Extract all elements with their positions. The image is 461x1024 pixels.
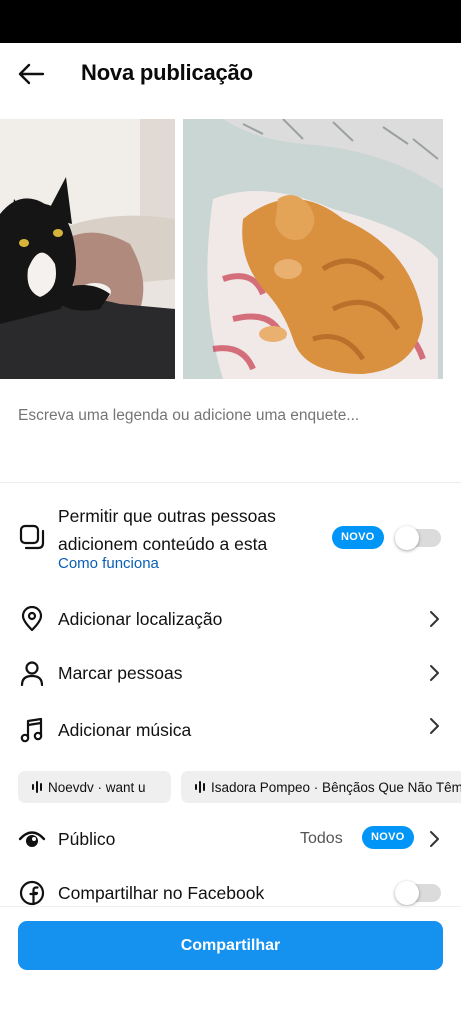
back-button[interactable] (14, 60, 48, 88)
chevron-right-icon[interactable] (425, 610, 443, 628)
divider (0, 482, 461, 483)
eye-icon (18, 825, 46, 853)
chevron-right-icon[interactable] (425, 664, 443, 682)
arrow-left-icon (18, 63, 45, 85)
audio-wave-icon (32, 781, 42, 793)
audience-label[interactable]: Público (58, 829, 115, 850)
chevron-right-icon[interactable] (425, 717, 443, 735)
facebook-toggle[interactable] (395, 881, 441, 905)
collaboration-label: Permitir que outras pessoas adicionem co… (58, 506, 276, 554)
photo-carousel[interactable] (0, 119, 461, 379)
new-badge: NOVO (332, 526, 384, 549)
facebook-icon (18, 879, 46, 907)
stacked-squares-icon (18, 523, 46, 551)
music-chip-label: Isadora Pompeo · Bênçãos Que Não Têm Fim (211, 779, 461, 795)
how-it-works-link[interactable]: Como funciona (58, 555, 159, 572)
photo-orange-cat[interactable] (183, 119, 443, 379)
status-bar (0, 0, 461, 43)
music-chip[interactable]: Noevdv · want u (18, 771, 171, 803)
share-button[interactable]: Compartilhar (18, 921, 443, 970)
share-facebook-label[interactable]: Compartilhar no Facebook (58, 883, 264, 904)
music-chip[interactable]: Isadora Pompeo · Bênçãos Que Não Têm Fim (181, 771, 461, 803)
add-location-label[interactable]: Adicionar localização (58, 609, 222, 630)
page-title: Nova publicação (81, 60, 253, 85)
music-chip-label: Noevdv · want u (48, 779, 146, 795)
photo-black-white-cat[interactable] (0, 119, 175, 379)
music-suggestions: Noevdv · want u Isadora Pompeo · Bênçãos… (18, 771, 461, 803)
audio-wave-icon (195, 781, 205, 793)
header: Nova publicação (0, 43, 461, 105)
chevron-right-icon[interactable] (425, 830, 443, 848)
caption-input[interactable] (18, 407, 438, 425)
music-note-icon (18, 716, 46, 744)
tag-people-label[interactable]: Marcar pessoas (58, 663, 183, 684)
footer-divider (0, 906, 461, 907)
collaboration-toggle[interactable] (395, 526, 441, 550)
person-icon (18, 659, 46, 687)
location-pin-icon (18, 605, 46, 633)
new-badge: NOVO (362, 826, 414, 849)
audience-value: Todos (300, 830, 343, 847)
add-music-label[interactable]: Adicionar música (58, 720, 191, 741)
